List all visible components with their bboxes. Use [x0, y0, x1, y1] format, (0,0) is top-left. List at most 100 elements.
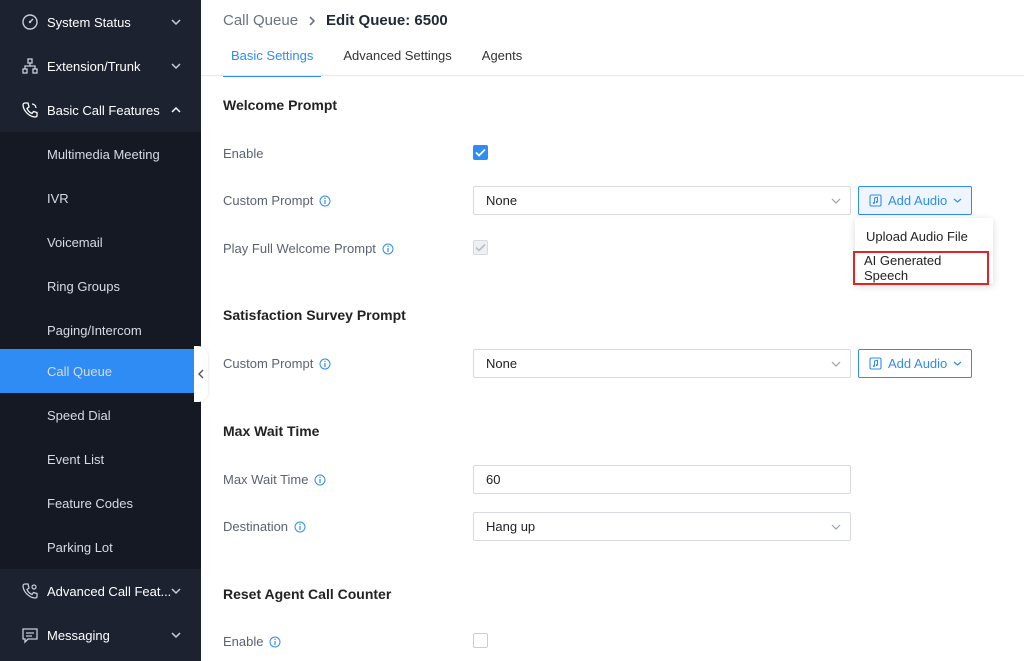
chevron-down-icon [831, 198, 841, 204]
section-title-max-wait-time: Max Wait Time [223, 423, 320, 439]
chevron-up-icon [171, 106, 181, 113]
network-icon [21, 57, 39, 75]
add-audio-label: Add Audio [888, 356, 948, 371]
audio-file-icon [869, 194, 882, 207]
survey-custom-prompt-label: Custom Prompt [223, 356, 331, 371]
chevron-down-icon [831, 524, 841, 530]
sidebar-item-label: Advanced Call Feat... [47, 583, 172, 599]
field-label-text: Custom Prompt [223, 193, 314, 208]
welcome-play-full-label: Play Full Welcome Prompt [223, 241, 394, 256]
breadcrumb-parent[interactable]: Call Queue [223, 12, 298, 29]
sidebar-item-label: Parking Lot [47, 539, 113, 555]
welcome-play-full-checkbox [473, 240, 488, 255]
welcome-custom-prompt-label: Custom Prompt [223, 193, 331, 208]
audio-file-icon [869, 357, 882, 370]
sidebar-item-label: Basic Call Features [47, 102, 160, 118]
destination-select[interactable]: Hang up [473, 512, 851, 541]
survey-custom-prompt-select[interactable]: None [473, 349, 851, 378]
main-content: Call Queue Edit Queue: 6500 Basic Settin… [201, 0, 1024, 661]
sidebar: System Status Extension/Trunk Basic Call… [0, 0, 201, 661]
tab-advanced-settings[interactable]: Advanced Settings [335, 48, 459, 76]
tab-basic-settings[interactable]: Basic Settings [223, 48, 322, 77]
page-title: Edit Queue: 6500 [326, 12, 448, 29]
welcome-add-audio-button[interactable]: Add Audio [858, 186, 972, 215]
sidebar-item-multimedia-meeting[interactable]: Multimedia Meeting [0, 132, 201, 176]
select-value: None [486, 356, 518, 371]
menu-item-upload-audio-file[interactable]: Upload Audio File [855, 221, 993, 251]
menu-item-ai-generated-speech[interactable]: AI Generated Speech [853, 251, 989, 285]
section-title-reset-agent-call-counter: Reset Agent Call Counter [223, 586, 392, 602]
info-icon[interactable] [269, 636, 281, 648]
sidebar-item-label: Call Queue [47, 363, 113, 379]
welcome-enable-label: Enable [223, 146, 263, 161]
max-wait-time-label: Max Wait Time [223, 472, 326, 487]
survey-add-audio-button[interactable]: Add Audio [858, 349, 972, 378]
field-label-text: Max Wait Time [223, 472, 309, 487]
phone-icon [21, 101, 39, 119]
welcome-custom-prompt-select[interactable]: None [473, 186, 851, 215]
info-icon[interactable] [294, 521, 306, 533]
destination-label: Destination [223, 519, 306, 534]
chevron-right-icon [306, 15, 318, 27]
field-label-text: Custom Prompt [223, 356, 314, 371]
info-icon[interactable] [382, 243, 394, 255]
sidebar-item-label: IVR [47, 190, 69, 206]
sidebar-item-messaging[interactable]: Messaging [0, 613, 201, 657]
max-wait-time-input[interactable]: 60 [473, 465, 851, 494]
sidebar-item-label: Extension/Trunk [47, 58, 141, 74]
breadcrumb: Call Queue Edit Queue: 6500 [223, 12, 448, 29]
add-audio-label: Add Audio [888, 193, 948, 208]
welcome-enable-checkbox[interactable] [473, 145, 488, 160]
field-label-text: Enable [223, 146, 264, 161]
tab-bar: Basic Settings Advanced Settings Agents [223, 48, 544, 77]
sidebar-item-label: System Status [47, 14, 131, 30]
field-label-text: Enable [223, 634, 264, 649]
sidebar-item-ring-groups[interactable]: Ring Groups [0, 264, 201, 308]
sidebar-item-event-list[interactable]: Event List [0, 437, 201, 481]
sidebar-item-label: Messaging [47, 627, 110, 643]
select-value: None [486, 193, 518, 208]
message-icon [21, 626, 39, 644]
input-value: 60 [486, 472, 501, 487]
section-title-welcome-prompt: Welcome Prompt [223, 97, 338, 113]
sidebar-item-label: Speed Dial [47, 407, 111, 423]
sidebar-item-label: Ring Groups [47, 278, 120, 294]
info-icon[interactable] [319, 195, 331, 207]
sidebar-item-label: Paging/Intercom [47, 322, 142, 338]
chevron-down-icon [171, 632, 181, 639]
field-label-text: Play Full Welcome Prompt [223, 241, 376, 256]
chevron-down-icon [171, 63, 181, 70]
section-title-satisfaction-survey: Satisfaction Survey Prompt [223, 307, 406, 323]
tab-divider [201, 75, 1024, 76]
sidebar-item-label: Multimedia Meeting [47, 146, 160, 162]
sidebar-item-feature-codes[interactable]: Feature Codes [0, 481, 201, 525]
sidebar-item-extension-trunk[interactable]: Extension/Trunk [0, 44, 201, 88]
sidebar-item-voicemail[interactable]: Voicemail [0, 220, 201, 264]
check-icon [475, 243, 486, 252]
chevron-down-icon [171, 588, 181, 595]
reset-enable-label: Enable [223, 634, 281, 649]
sidebar-item-paging-intercom[interactable]: Paging/Intercom [0, 308, 201, 352]
sidebar-item-call-queue[interactable]: Call Queue [0, 349, 201, 393]
check-icon [475, 148, 486, 157]
field-label-text: Destination [223, 519, 289, 534]
sidebar-item-ivr[interactable]: IVR [0, 176, 201, 220]
info-icon[interactable] [319, 358, 331, 370]
sidebar-item-advanced-call-features[interactable]: Advanced Call Feat... [0, 569, 201, 613]
sidebar-item-parking-lot[interactable]: Parking Lot [0, 525, 201, 569]
chevron-down-icon [953, 361, 962, 366]
select-value: Hang up [486, 519, 536, 534]
add-audio-menu: Upload Audio File AI Generated Speech [853, 218, 993, 285]
tab-agents[interactable]: Agents [474, 48, 530, 76]
chevron-down-icon [953, 198, 962, 203]
phone-settings-icon [21, 582, 39, 600]
sidebar-item-label: Feature Codes [47, 495, 133, 511]
sidebar-item-label: Voicemail [47, 234, 103, 250]
reset-enable-checkbox[interactable] [473, 633, 488, 648]
sidebar-item-basic-call-features[interactable]: Basic Call Features [0, 88, 201, 132]
sidebar-item-speed-dial[interactable]: Speed Dial [0, 393, 201, 437]
sidebar-item-label: Event List [47, 451, 105, 467]
info-icon[interactable] [314, 474, 326, 486]
gauge-icon [21, 13, 39, 31]
sidebar-item-system-status[interactable]: System Status [0, 0, 201, 44]
